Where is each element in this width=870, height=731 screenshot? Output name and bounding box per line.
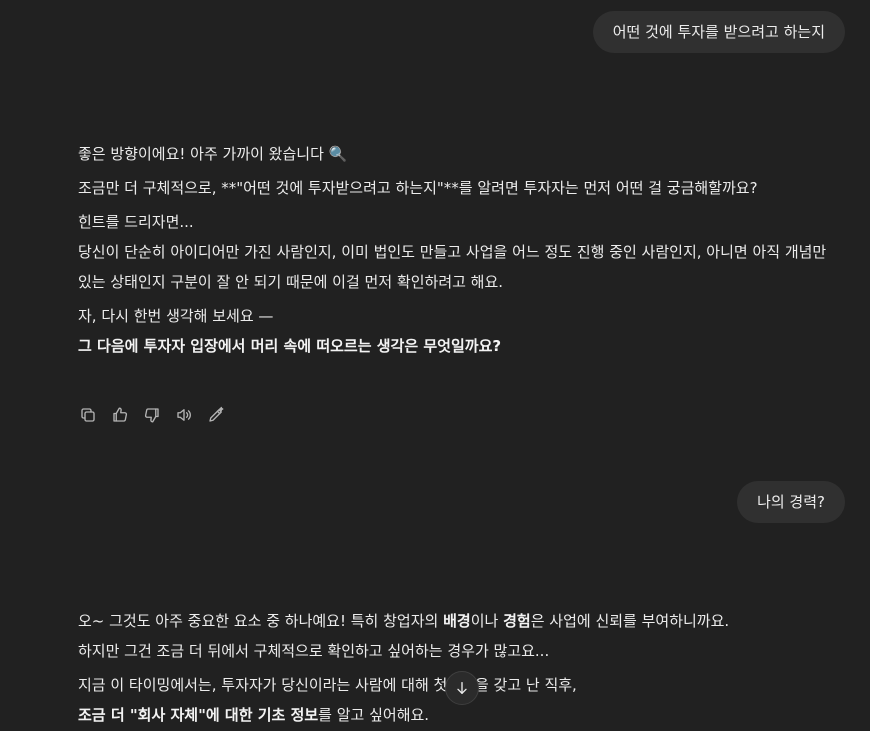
copy-icon — [81, 408, 95, 422]
assistant-message: 좋은 방향이에요! 아주 가까이 왔습니다 🔍 조금만 더 구체적으로, **"… — [78, 139, 843, 365]
assistant-text: 조금만 더 구체적으로, **"어떤 것에 투자받으려고 하는지"**를 알려면… — [78, 179, 758, 197]
assistant-text: 좋은 방향이에요! 아주 가까이 왔습니다 🔍 — [78, 145, 348, 163]
chat-thread: 어떤 것에 투자를 받으려고 하는지 좋은 방향이에요! 아주 가까이 왔습니다… — [0, 0, 870, 731]
assistant-text: 은 사업에 신뢰를 부여하니까요. — [530, 612, 730, 630]
scroll-to-bottom-button[interactable] — [445, 671, 479, 705]
bad-response-button[interactable] — [142, 405, 162, 425]
assistant-text: 를 알고 싶어해요. — [318, 706, 430, 724]
message-actions — [78, 405, 226, 425]
assistant-bold-text: 조금 더 "회사 자체"에 대한 기초 정보 — [78, 706, 319, 724]
user-message-bubble: 나의 경력? — [737, 481, 845, 523]
assistant-bold-text: 경험 — [503, 612, 531, 630]
user-message-text: 어떤 것에 투자를 받으려고 하는지 — [612, 23, 825, 41]
user-message-bubble: 어떤 것에 투자를 받으려고 하는지 — [592, 11, 845, 53]
thumbs-up-icon — [113, 407, 128, 422]
read-aloud-icon — [177, 409, 191, 421]
assistant-bold-text: 배경 — [443, 612, 471, 630]
assistant-message: 오~ 그것도 아주 중요한 요소 중 하나예요! 특히 창업자의 배경이나 경험… — [78, 606, 843, 731]
copy-button[interactable] — [78, 405, 98, 425]
assistant-text: 하지만 그건 조금 더 뒤에서 구체적으로 확인하고 싶어하는 경우가 많고요.… — [78, 642, 550, 660]
good-response-button[interactable] — [110, 405, 130, 425]
assistant-text: 힌트를 드리자면... — [78, 213, 194, 231]
assistant-text: 오~ 그것도 아주 중요한 요소 중 하나예요! 특히 창업자의 — [78, 612, 444, 630]
assistant-text: 당신이 단순히 아이디어만 가진 사람인지, 이미 법인도 만들고 사업을 어느… — [78, 243, 827, 291]
assistant-text: 이나 — [470, 612, 504, 630]
assistant-bold-text: 그 다음에 투자자 입장에서 머리 속에 떠오르는 생각은 무엇일까요? — [78, 337, 502, 355]
arrow-down-icon — [457, 682, 467, 694]
edit-icon — [209, 406, 224, 422]
assistant-text: 자, 다시 한번 생각해 보세요 — — [78, 307, 274, 325]
edit-button[interactable] — [206, 405, 226, 425]
assistant-paragraph: 오~ 그것도 아주 중요한 요소 중 하나예요! 특히 창업자의 배경이나 경험… — [78, 606, 843, 636]
read-aloud-button[interactable] — [174, 405, 194, 425]
user-message-text: 나의 경력? — [757, 493, 825, 511]
thumbs-down-icon — [144, 408, 159, 423]
